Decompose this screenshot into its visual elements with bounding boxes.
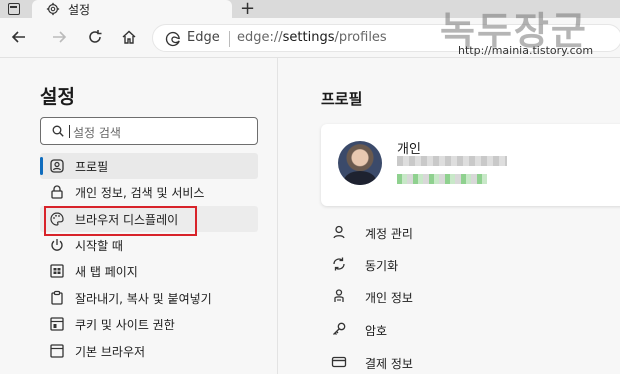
redacted-email [397, 156, 507, 166]
profile-name: 개인 [397, 142, 421, 157]
arrow-left-icon [11, 31, 25, 43]
sidebar-item-label: 기본 브라우저 [75, 345, 146, 359]
menu-item-label: 암호 [365, 324, 388, 338]
tab-title: 설정 [68, 3, 91, 17]
home-button[interactable] [118, 26, 140, 48]
menu-item-payment-info[interactable]: 결제 정보 [331, 352, 591, 374]
browser-label: Edge [187, 30, 220, 45]
menu-item-sync[interactable]: 동기화 [331, 254, 591, 276]
sync-icon [333, 257, 345, 271]
menu-item-label: 계정 관리 [365, 227, 413, 241]
sidebar-item-label: 잘라내기, 복사 및 붙여넣기 [75, 292, 212, 306]
search-input[interactable]: 설정 검색 [40, 117, 258, 145]
sidebar-item-label: 시작할 때 [75, 239, 123, 253]
sidebar-item-cookies[interactable]: 쿠키 및 사이트 권한 [40, 311, 258, 337]
new-tab-icon [50, 264, 64, 278]
redacted-sync-status [397, 174, 487, 184]
active-indicator [40, 157, 43, 175]
arrow-right-icon [53, 31, 67, 43]
profile-card[interactable]: 개인 [321, 124, 620, 206]
sidebar-item-label: 프로필 [75, 160, 109, 174]
back-button[interactable] [8, 26, 30, 48]
search-icon [52, 125, 64, 137]
highlight-box [44, 206, 197, 236]
home-icon [122, 30, 136, 44]
profile-icon [50, 159, 64, 173]
refresh-button[interactable] [84, 26, 106, 48]
menu-item-label: 결제 정보 [365, 357, 413, 371]
profiles-panel: 프로필 개인 계정 관리 동기화 개인 정보 암호 결제 정보 [279, 58, 620, 374]
personal-info-icon [334, 289, 344, 302]
address-separator [229, 31, 230, 47]
gear-icon [46, 2, 60, 16]
key-icon [333, 322, 346, 335]
site-permissions-icon [50, 317, 64, 331]
menu-item-manage-account[interactable]: 계정 관리 [331, 222, 591, 244]
menu-item-label: 개인 정보 [365, 291, 413, 305]
browser-icon [50, 344, 64, 358]
clipboard-icon [51, 290, 63, 305]
forward-button[interactable] [48, 26, 70, 48]
sidebar-item-profile[interactable]: 프로필 [40, 153, 258, 179]
sidebar-item-new-tab[interactable]: 새 탭 페이지 [40, 258, 258, 284]
search-placeholder: 설정 검색 [69, 125, 121, 140]
account-icon [333, 225, 345, 239]
sidebar-item-label: 새 탭 페이지 [75, 265, 138, 279]
tab-actions-icon[interactable] [8, 3, 20, 15]
menu-item-personal-info[interactable]: 개인 정보 [331, 286, 591, 308]
edge-logo-icon [165, 31, 180, 47]
new-tab-icon[interactable]: + [240, 0, 255, 19]
page-title: 프로필 [321, 90, 363, 108]
sidebar-item-privacy[interactable]: 개인 정보, 검색 및 서비스 [40, 179, 258, 205]
tab-settings[interactable]: 설정 [32, 0, 232, 18]
sidebar-item-default-browser[interactable]: 기본 브라우저 [40, 338, 258, 364]
refresh-icon [89, 30, 102, 43]
menu-item-passwords[interactable]: 암호 [331, 319, 591, 341]
lock-icon [51, 185, 63, 199]
card-icon [331, 356, 347, 368]
url-text: edge://settings/profiles [237, 30, 387, 45]
watermark-url: http://mainia.tistory.com [458, 44, 594, 57]
sidebar-title: 설정 [40, 86, 75, 108]
sidebar-item-label: 개인 정보, 검색 및 서비스 [75, 186, 205, 200]
avatar [338, 141, 382, 185]
sidebar-item-clipboard[interactable]: 잘라내기, 복사 및 붙여넣기 [40, 285, 258, 311]
power-icon [51, 239, 63, 251]
menu-item-label: 동기화 [365, 259, 399, 273]
sidebar-item-label: 쿠키 및 사이트 권한 [75, 318, 175, 332]
